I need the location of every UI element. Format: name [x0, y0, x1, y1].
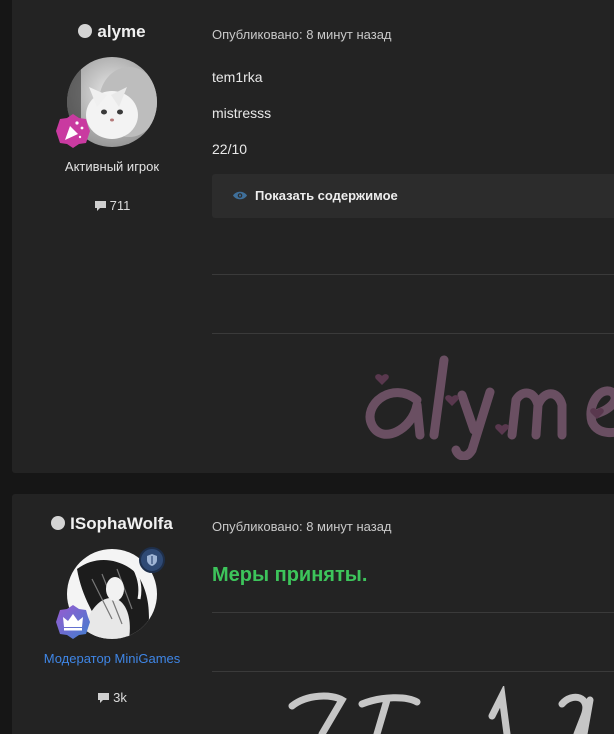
- divider: [212, 274, 614, 275]
- content-line: mistresss: [212, 105, 272, 121]
- content-line: tem1rka: [212, 69, 263, 85]
- eye-icon: [233, 191, 247, 200]
- group-title: Активный игрок: [64, 159, 160, 174]
- status-dot-icon: [51, 516, 66, 530]
- speech-bubble-icon: [98, 693, 110, 703]
- post-count: 3k: [12, 690, 212, 705]
- group-title: Модератор MiniGames: [43, 651, 181, 666]
- divider: [212, 612, 614, 613]
- spoiler-toggle[interactable]: Показать содержимое: [212, 174, 614, 218]
- author-username[interactable]: ISophaWolfa: [12, 514, 212, 534]
- signature-image: [212, 350, 614, 460]
- post-count: 711: [12, 198, 212, 213]
- content-line: 22/10: [212, 141, 248, 157]
- signature-divider: [212, 671, 614, 672]
- post-timestamp[interactable]: Опубликовано: 8 минут назад: [212, 519, 392, 534]
- post-isophawolfa: ISophaWolfa Модератор MiniGames 3k Опубл…: [12, 494, 614, 734]
- post-message: Меры приняты.: [212, 564, 368, 586]
- crown-icon: [56, 605, 90, 639]
- spoiler-label[interactable]: Показать содержимое: [255, 188, 398, 203]
- post-alyme: alyme Активный игрок 711 Опубликовано: 8…: [12, 0, 614, 473]
- author-username[interactable]: alyme: [12, 22, 212, 42]
- speech-bubble-icon: [94, 201, 106, 211]
- shield-icon: [139, 547, 165, 573]
- signature-divider: [212, 333, 614, 334]
- post-timestamp[interactable]: Опубликовано: 8 минут назад: [212, 27, 392, 42]
- status-dot-icon: [78, 24, 93, 38]
- confetti-icon: [56, 114, 90, 148]
